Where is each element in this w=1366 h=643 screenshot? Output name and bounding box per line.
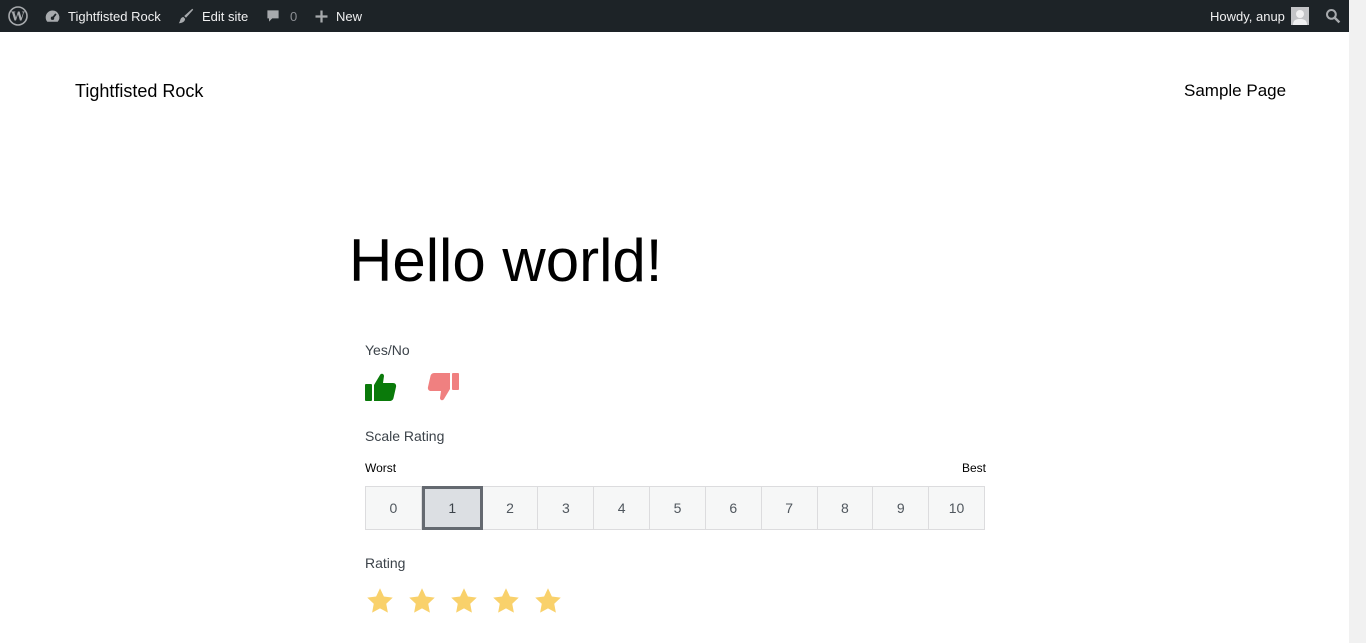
- plus-icon: [314, 9, 329, 24]
- star-icon[interactable]: [491, 586, 521, 616]
- edit-site-label: Edit site: [202, 8, 249, 24]
- star-rating-label: Rating: [365, 555, 406, 571]
- scale-option-0[interactable]: 0: [366, 487, 422, 529]
- comment-bubble-icon: [265, 8, 281, 24]
- search-icon[interactable]: [1325, 0, 1341, 32]
- scale-option-1[interactable]: 1: [421, 486, 483, 530]
- avatar: [1290, 7, 1309, 25]
- star-icon[interactable]: [449, 586, 479, 616]
- scale-option-9[interactable]: 9: [873, 487, 930, 529]
- scale-option-10[interactable]: 10: [929, 487, 984, 529]
- my-account-link[interactable]: Howdy, anup: [1210, 0, 1309, 32]
- scale-option-3[interactable]: 3: [538, 487, 595, 529]
- scale-best-label: Best: [962, 461, 987, 475]
- scrollbar[interactable]: [1349, 0, 1366, 643]
- page-title: Hello world!: [349, 227, 663, 294]
- comments-count: 0: [290, 8, 298, 24]
- scale-option-4[interactable]: 4: [594, 487, 651, 529]
- site-name-label: Tightfisted Rock: [68, 8, 161, 24]
- new-label: New: [336, 8, 363, 24]
- star-icon[interactable]: [365, 586, 395, 616]
- admin-bar: W Tightfisted Rock Edit site 0 New Howdy…: [0, 0, 1349, 32]
- star-icon[interactable]: [533, 586, 563, 616]
- thumbs-down-icon[interactable]: [427, 372, 459, 402]
- scale-option-6[interactable]: 6: [706, 487, 762, 529]
- scale-rating-label: Scale Rating: [365, 428, 445, 444]
- star-icon[interactable]: [407, 586, 437, 616]
- wordpress-logo-icon[interactable]: W: [8, 0, 28, 32]
- scale-option-2[interactable]: 2: [483, 487, 539, 529]
- new-content-link[interactable]: New: [314, 0, 362, 32]
- edit-site-link[interactable]: Edit site: [177, 0, 248, 32]
- scale-option-7[interactable]: 7: [762, 487, 818, 529]
- site-title[interactable]: Tightfisted Rock: [75, 81, 203, 102]
- site-name-link[interactable]: Tightfisted Rock: [44, 0, 161, 32]
- brush-icon: [177, 7, 195, 25]
- nav-item-sample-page[interactable]: Sample Page: [1184, 81, 1286, 101]
- scale-option-5[interactable]: 5: [650, 487, 706, 529]
- scale-rating-options: 0 1 2 3 4 5 6 7 8 9 10: [365, 486, 985, 530]
- comments-link[interactable]: 0: [265, 0, 297, 32]
- svg-text:W: W: [10, 10, 25, 24]
- scale-worst-label: Worst: [365, 461, 397, 475]
- dashboard-icon: [44, 8, 61, 25]
- thumbs-up-icon[interactable]: [365, 372, 397, 402]
- scale-option-8[interactable]: 8: [818, 487, 874, 529]
- star-rating: [365, 586, 563, 616]
- howdy-label: Howdy, anup: [1210, 8, 1285, 24]
- yes-no-label: Yes/No: [365, 342, 410, 358]
